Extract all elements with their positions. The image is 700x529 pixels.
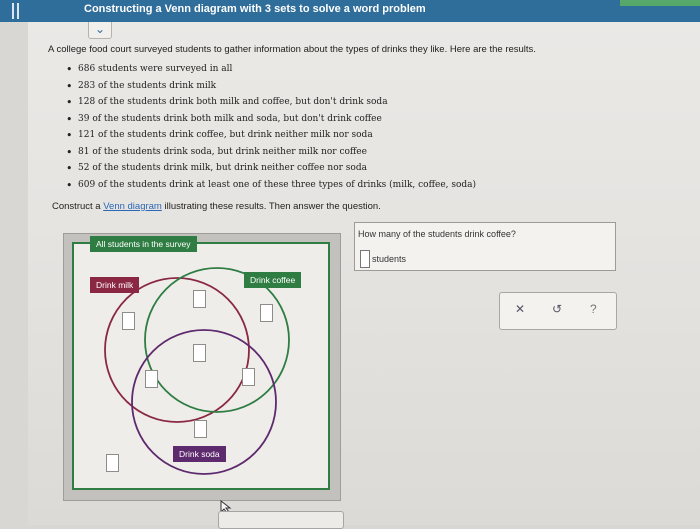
list-item: 81 of the students drink soda, but drink…: [66, 146, 476, 164]
soda-only-input[interactable]: [194, 420, 207, 438]
undo-icon[interactable]: ↺: [552, 302, 562, 316]
instruction-text: Construct a Venn diagram illustrating th…: [52, 201, 381, 212]
problem-intro: A college food court surveyed students t…: [48, 44, 536, 55]
list-item: 52 of the students drink milk, but drink…: [66, 162, 476, 180]
list-item: 686 students were surveyed in all: [66, 63, 476, 81]
instruction-before: Construct a: [52, 201, 104, 212]
instruction-after: illustrating these results. Then answer …: [161, 201, 381, 212]
x-icon[interactable]: ✕: [515, 302, 525, 316]
check-button[interactable]: [218, 511, 344, 529]
progress-strip: [620, 0, 700, 6]
list-item: 283 of the students drink milk: [66, 80, 476, 98]
answer-input[interactable]: [360, 250, 370, 268]
page-title: Constructing a Venn diagram with 3 sets …: [84, 3, 426, 15]
list-item: 128 of the students drink both milk and …: [66, 96, 476, 114]
list-item: 121 of the students drink coffee, but dr…: [66, 129, 476, 147]
collapse-chevron-icon[interactable]: ⌄: [88, 22, 112, 39]
coffee-only-input[interactable]: [260, 304, 273, 322]
coffee-soda-input[interactable]: [242, 368, 255, 386]
all-three-input[interactable]: [193, 344, 206, 362]
coffee-set-label: Drink coffee: [244, 272, 302, 288]
menu-icon[interactable]: [8, 3, 22, 19]
none-input[interactable]: [106, 454, 119, 472]
venn-diagram-link[interactable]: Venn diagram: [103, 201, 162, 212]
list-item: 39 of the students drink both milk and s…: [66, 113, 476, 131]
list-item: 609 of the students drink at least one o…: [66, 179, 476, 197]
question-icon[interactable]: ?: [590, 302, 597, 316]
top-bar: Constructing a Venn diagram with 3 sets …: [0, 0, 700, 22]
facts-list: 686 students were surveyed in all 283 of…: [66, 63, 476, 197]
universe-label: All students in the survey: [90, 236, 197, 252]
question-text: How many of the students drink coffee?: [358, 229, 516, 239]
milk-set-label: Drink milk: [90, 277, 140, 293]
milk-soda-input[interactable]: [145, 370, 158, 388]
soda-set-label: Drink soda: [173, 446, 226, 462]
milk-only-input[interactable]: [122, 312, 135, 330]
answer-unit-label: students: [372, 254, 407, 264]
coffee-milk-input[interactable]: [193, 290, 206, 308]
